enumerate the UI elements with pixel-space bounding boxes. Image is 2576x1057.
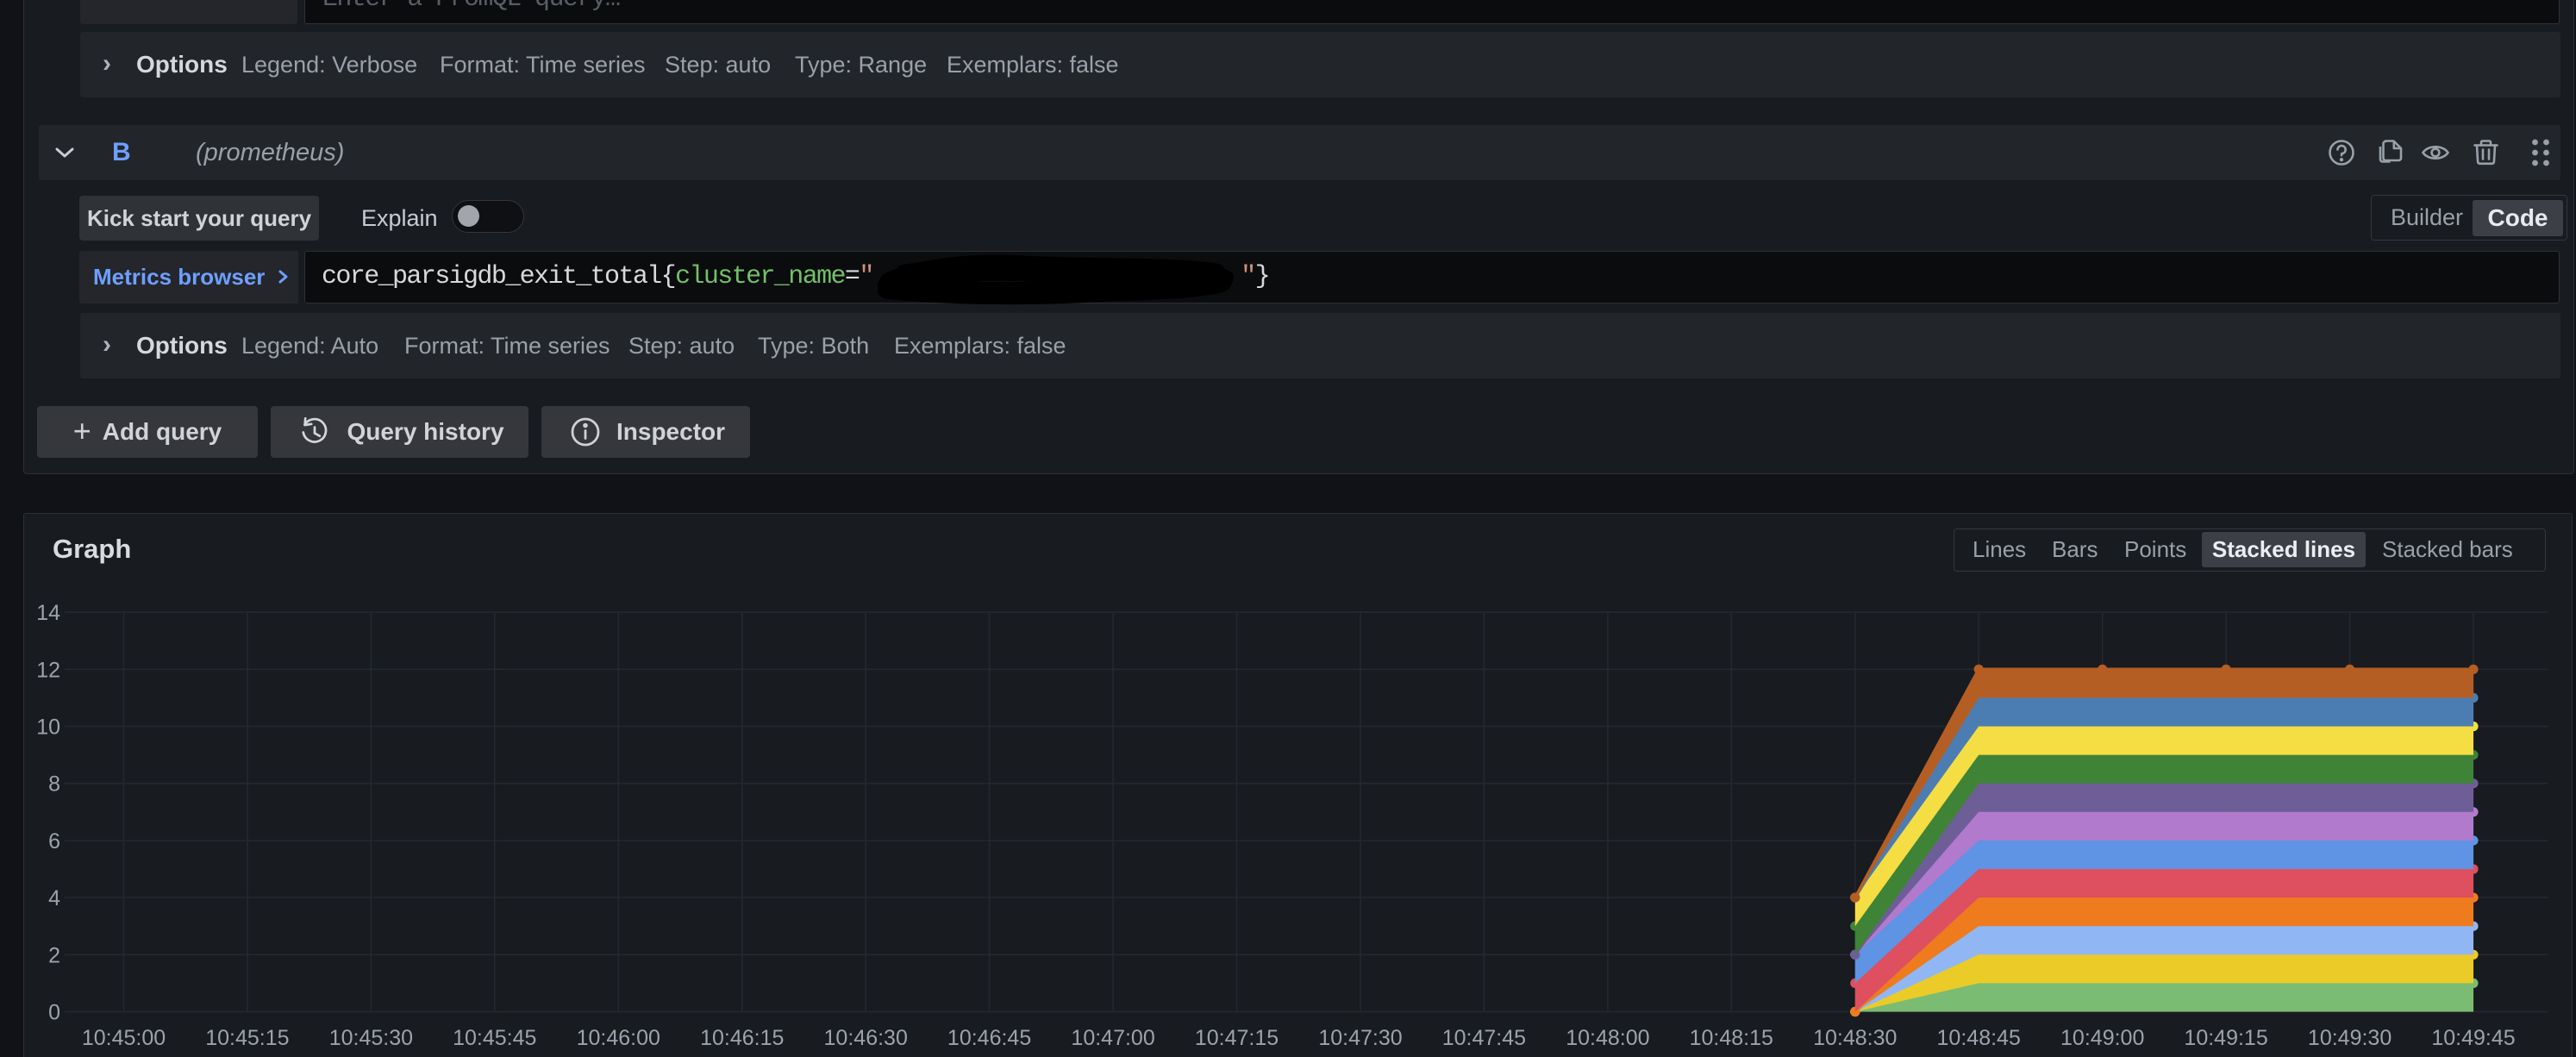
svg-text:10:48:15: 10:48:15 <box>1690 1026 1773 1050</box>
svg-text:10:47:30: 10:47:30 <box>1318 1026 1402 1050</box>
svg-text:10:49:00: 10:49:00 <box>2060 1026 2144 1050</box>
svg-text:10:45:30: 10:45:30 <box>329 1026 413 1050</box>
svg-text:10:46:45: 10:46:45 <box>947 1026 1031 1050</box>
svg-text:10:48:00: 10:48:00 <box>1566 1026 1649 1050</box>
svg-text:10:47:00: 10:47:00 <box>1071 1026 1154 1050</box>
svg-text:10:46:15: 10:46:15 <box>700 1026 784 1050</box>
svg-text:10:47:15: 10:47:15 <box>1195 1026 1279 1050</box>
svg-text:14: 14 <box>36 601 60 625</box>
svg-text:10:49:15: 10:49:15 <box>2184 1026 2267 1050</box>
svg-text:10:46:00: 10:46:00 <box>577 1026 660 1050</box>
svg-text:10:45:00: 10:45:00 <box>82 1026 166 1050</box>
svg-text:10:48:30: 10:48:30 <box>1813 1026 1897 1050</box>
svg-text:10:49:45: 10:49:45 <box>2431 1026 2515 1050</box>
svg-text:6: 6 <box>48 829 60 854</box>
svg-text:4: 4 <box>48 886 60 910</box>
svg-text:8: 8 <box>48 772 60 797</box>
svg-text:10:45:45: 10:45:45 <box>453 1026 536 1050</box>
svg-text:10:46:30: 10:46:30 <box>824 1026 908 1050</box>
svg-text:12: 12 <box>36 658 60 682</box>
svg-text:2: 2 <box>48 943 60 967</box>
svg-text:10:45:15: 10:45:15 <box>205 1026 289 1050</box>
svg-text:10: 10 <box>36 716 60 740</box>
svg-text:10:49:30: 10:49:30 <box>2308 1026 2392 1050</box>
svg-text:10:48:45: 10:48:45 <box>1937 1026 2021 1050</box>
svg-text:0: 0 <box>48 1001 60 1025</box>
svg-text:10:47:45: 10:47:45 <box>1442 1026 1526 1050</box>
